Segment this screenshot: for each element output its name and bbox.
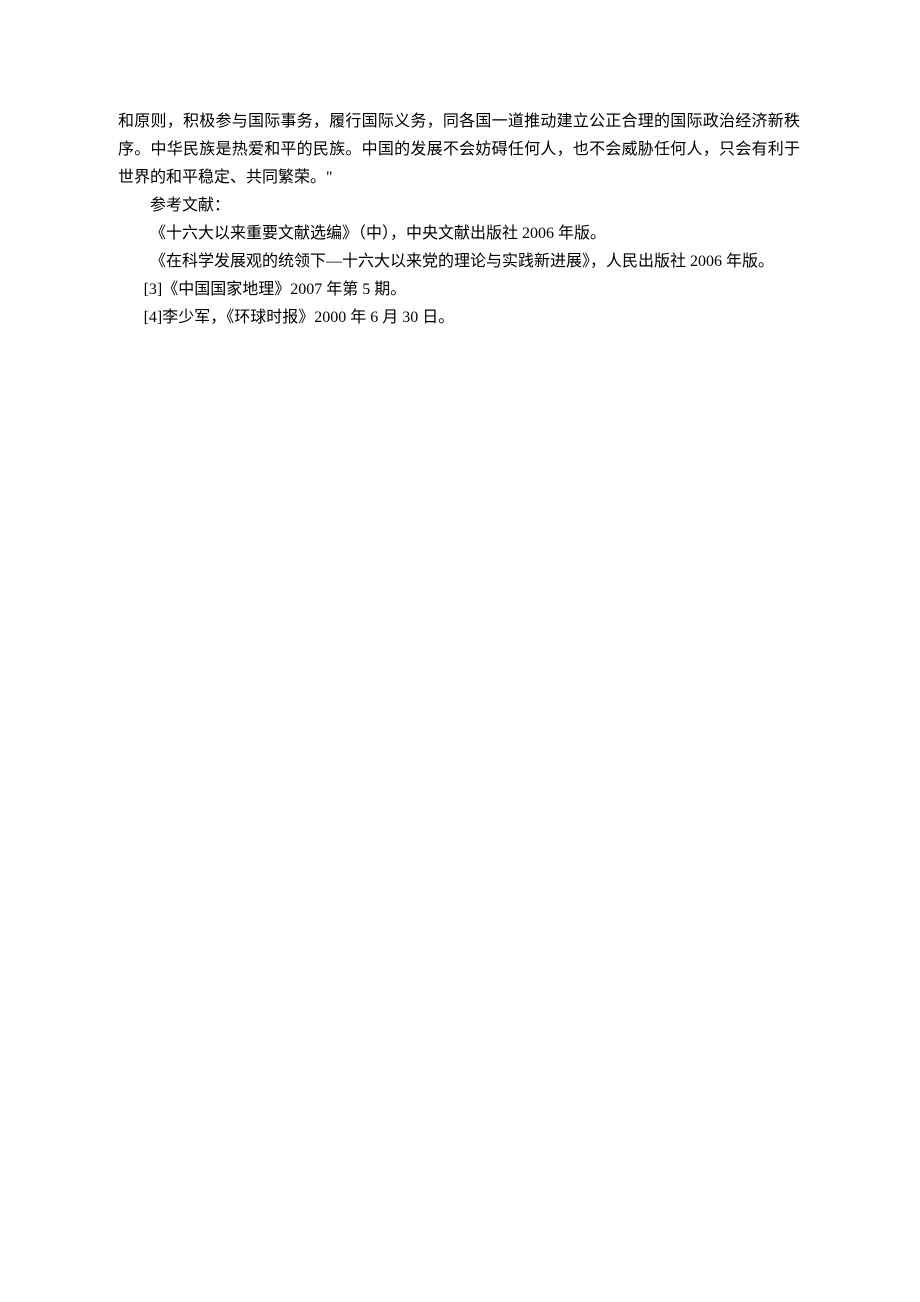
reference-item: 《十六大以来重要文献选编》（中），中央文献出版社 2006 年版。 bbox=[118, 220, 800, 248]
references-heading: 参考文献： bbox=[118, 192, 800, 220]
body-paragraph: 和原则，积极参与国际事务，履行国际义务，同各国一道推动建立公正合理的国际政治经济… bbox=[118, 108, 800, 192]
reference-item: [3]《中国国家地理》2007 年第 5 期。 bbox=[118, 276, 800, 304]
reference-item: 《在科学发展观的统领下—十六大以来党的理论与实践新进展》，人民出版社 2006 … bbox=[118, 248, 800, 276]
reference-item: [4]李少军，《环球时报》2000 年 6 月 30 日。 bbox=[118, 304, 800, 332]
